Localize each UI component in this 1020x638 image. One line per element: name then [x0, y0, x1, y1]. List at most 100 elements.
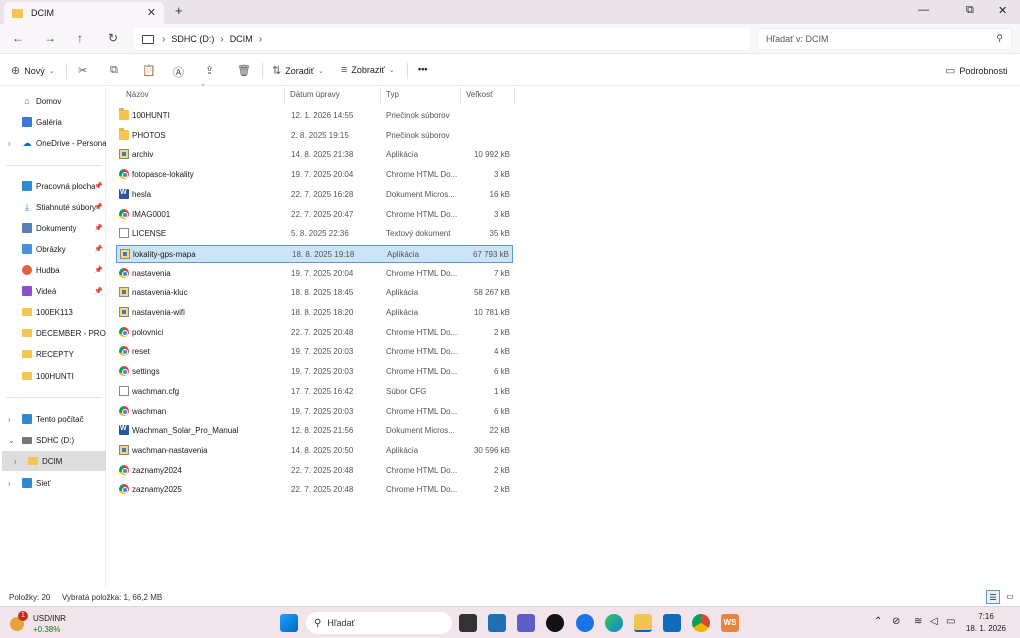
refresh-button[interactable]: ↻: [108, 31, 118, 45]
up-button[interactable]: ↑: [77, 31, 83, 45]
details-button[interactable]: ▭ Podrobnosti: [945, 64, 1007, 77]
pin-icon[interactable]: 📌: [94, 266, 103, 274]
file-row[interactable]: nastavenia-wifi 18. 8. 2025 18:20 Aplikáci…: [116, 304, 513, 322]
chevron-up-icon[interactable]: ⌃: [874, 616, 882, 627]
file-row[interactable]: wachman.cfg 17. 7. 2025 16:42 Súbor CFG 1 k…: [116, 383, 513, 401]
file-row[interactable]: lokality-gps-mapa 18. 8. 2025 19:18 Apliká…: [116, 244, 513, 263]
windows-start-icon[interactable]: [280, 614, 298, 632]
sidebar-item-pictures[interactable]: Obrázky 📌: [0, 239, 106, 259]
sidebar-item-music[interactable]: Hudba 📌: [0, 260, 106, 280]
delete-icon[interactable]: 🗑: [237, 64, 255, 77]
sort-button[interactable]: ⇅ Zoradiť ⌄: [272, 64, 324, 77]
chrome-icon[interactable]: [692, 614, 710, 632]
wifi-icon[interactable]: ≋: [914, 616, 922, 627]
system-clock[interactable]: 7:16 18. 1. 2026: [960, 611, 1012, 635]
pin-icon[interactable]: 📌: [94, 182, 103, 190]
search-input[interactable]: Hľadať v: DCIM ⚲: [757, 28, 1012, 50]
pin-icon[interactable]: 📌: [94, 224, 103, 232]
cut-icon[interactable]: ✂: [78, 64, 91, 77]
sidebar-item-downloads[interactable]: ⤓ Stiahnuté súbory 📌: [0, 197, 106, 217]
sidebar-item-this-pc[interactable]: › Tento počítač: [0, 409, 106, 429]
file-row[interactable]: Wachman_Solar_Pro_Manual 12. 8. 2025 21:5…: [116, 422, 513, 440]
file-row[interactable]: LICENSE 5. 8. 2025 22:36 Textový dokument 3…: [116, 225, 513, 243]
sidebar-item-dcim[interactable]: › DCIM: [2, 451, 106, 471]
file-row[interactable]: nastavenia-kluc 18. 8. 2025 18:45 Aplikáci…: [116, 284, 513, 302]
sidebar-item-100hunti[interactable]: 100HUNTI: [0, 366, 106, 386]
sidebar-item-documents[interactable]: Dokumenty 📌: [0, 218, 106, 238]
rename-icon[interactable]: Ⓐ: [173, 64, 188, 80]
column-header-date[interactable]: Dátum úpravy: [290, 90, 340, 99]
tab-dcim[interactable]: DCIM ✕: [4, 2, 164, 24]
sidebar-item-network[interactable]: › Sieť: [0, 473, 106, 493]
pin-icon[interactable]: 📌: [94, 287, 103, 295]
file-row[interactable]: zaznamy2025 22. 7. 2025 20:48 Chrome HTML …: [116, 481, 513, 499]
pin-icon[interactable]: 📌: [94, 245, 103, 253]
more-options-button[interactable]: •••: [418, 64, 427, 74]
battery-icon[interactable]: ▭: [946, 616, 955, 627]
file-row[interactable]: wachman-nastavenia 14. 8. 2025 20:50 Aplik…: [116, 442, 513, 460]
tab-close-icon[interactable]: ✕: [147, 6, 156, 19]
store-icon[interactable]: [488, 614, 506, 632]
sidebar-item-gallery[interactable]: Galéria: [0, 112, 106, 132]
file-row[interactable]: zaznamy2024 22. 7. 2025 20:48 Chrome HTML …: [116, 462, 513, 480]
column-divider[interactable]: [284, 87, 285, 105]
column-header-name[interactable]: Názov: [126, 90, 149, 99]
file-row[interactable]: PHOTOS 2. 8. 2025 19:15 Priečinok súborov: [116, 127, 513, 145]
file-row[interactable]: polovnici 22. 7. 2025 20:48 Chrome HTML Do…: [116, 324, 513, 342]
chevron-right-icon[interactable]: ›: [8, 139, 11, 148]
column-header-type[interactable]: Typ: [386, 90, 399, 99]
sidebar-item-sdhc[interactable]: ⌄ SDHC (D:): [0, 430, 106, 450]
column-divider[interactable]: [380, 87, 381, 105]
close-window-button[interactable]: ✕: [998, 4, 1007, 17]
file-explorer-icon[interactable]: [634, 614, 652, 632]
chevron-down-icon[interactable]: ⌄: [8, 436, 15, 445]
column-divider[interactable]: [460, 87, 461, 105]
breadcrumb-sdhc[interactable]: SDHC (D:): [171, 34, 214, 44]
column-header-size[interactable]: Veľkosť: [466, 90, 493, 99]
back-button[interactable]: ←: [12, 31, 24, 45]
dell-icon[interactable]: [546, 614, 564, 632]
file-row[interactable]: 100HUNTI 12. 1. 2026 14:55 Priečinok súbor…: [116, 107, 513, 125]
sidebar-item-desktop[interactable]: Pracovná plocha 📌: [0, 176, 106, 196]
breadcrumb-dcim[interactable]: DCIM: [230, 34, 253, 44]
sidebar-item-100ek113[interactable]: 100EK113: [0, 302, 106, 322]
breadcrumb[interactable]: › SDHC (D:) › DCIM ›: [134, 28, 750, 50]
edge-icon[interactable]: [605, 614, 623, 632]
details-view-icon[interactable]: ☰: [986, 590, 1000, 604]
share-icon[interactable]: ⇪: [205, 64, 218, 77]
file-row[interactable]: nastavenia 19. 7. 2025 20:04 Chrome HTML D…: [116, 265, 513, 283]
wps-icon[interactable]: WS: [721, 614, 739, 632]
sidebar-item-december[interactable]: DECEMBER - PROSI: [0, 323, 106, 343]
chevron-right-icon[interactable]: ›: [8, 415, 11, 424]
chevron-right-icon[interactable]: ›: [8, 479, 11, 488]
zoom-icon[interactable]: [576, 614, 594, 632]
teams-icon[interactable]: [517, 614, 535, 632]
paste-icon[interactable]: 📋: [142, 64, 160, 77]
sidebar-item-videos[interactable]: Videá 📌: [0, 281, 106, 301]
sidebar-item-home[interactable]: ⌂ Domov: [0, 91, 106, 111]
volume-icon[interactable]: ◁: [930, 616, 938, 627]
forward-button[interactable]: →: [44, 31, 56, 45]
sidebar-item-recepty[interactable]: RECEPTY: [0, 344, 106, 364]
view-button[interactable]: ≡ Zobraziť ⌄: [341, 64, 395, 76]
sidebar-item-onedrive[interactable]: › ☁ OneDrive - Persona: [0, 133, 106, 153]
file-row[interactable]: settings 19. 7. 2025 20:03 Chrome HTML Do.…: [116, 363, 513, 381]
minimize-button[interactable]: —: [918, 4, 929, 16]
file-row[interactable]: wachman 19. 7. 2025 20:03 Chrome HTML Do..…: [116, 403, 513, 421]
outlook-icon[interactable]: [663, 614, 681, 632]
new-button[interactable]: ⊕ Nový ⌄: [11, 64, 55, 77]
file-row[interactable]: archiv 14. 8. 2025 21:38 Aplikácia 10 992 k…: [116, 146, 513, 164]
column-divider[interactable]: [514, 87, 515, 105]
taskbar-search[interactable]: ⚲ Hľadať: [306, 612, 452, 634]
chevron-right-icon[interactable]: ›: [14, 457, 17, 466]
maximize-button[interactable]: ⧉: [966, 4, 974, 17]
pin-icon[interactable]: 📌: [94, 203, 103, 211]
file-row[interactable]: reset 19. 7. 2025 20:03 Chrome HTML Do... 4…: [116, 343, 513, 361]
task-view-icon[interactable]: [459, 614, 477, 632]
location-off-icon[interactable]: ⊘: [892, 616, 900, 627]
file-row[interactable]: IMAG0001 22. 7. 2025 20:47 Chrome HTML Do.…: [116, 206, 513, 224]
new-tab-button[interactable]: +: [175, 3, 183, 18]
tiles-view-icon[interactable]: ▭: [1003, 590, 1017, 604]
file-row[interactable]: hesla 22. 7. 2025 16:28 Dokument Micros...…: [116, 186, 513, 204]
file-row[interactable]: fotopasce-lokality 19. 7. 2025 20:04 Chrom…: [116, 166, 513, 184]
